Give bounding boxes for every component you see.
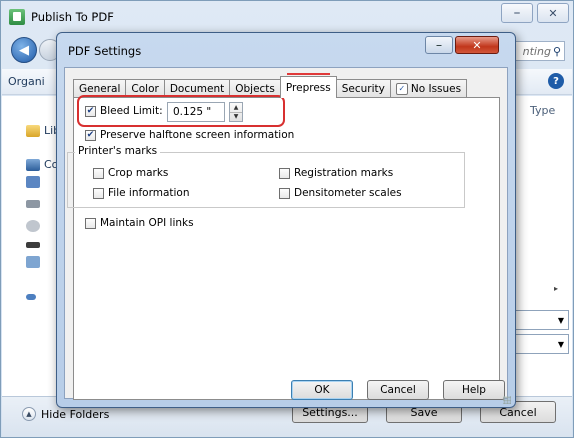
tab-label: Objects: [235, 82, 275, 95]
tab-label: No Issues: [410, 82, 462, 95]
hide-folders-toggle[interactable]: ▲ Hide Folders: [22, 407, 109, 421]
dvd-drive-icon: [26, 220, 40, 232]
hide-folders-label: Hide Folders: [41, 407, 110, 421]
densitometer-scales-label: Densitometer scales: [294, 187, 402, 199]
checkbox-unchecked-icon: [93, 167, 104, 179]
tab-strip: General Color Document Objects Prepress …: [73, 73, 468, 98]
tab-label: Security: [341, 82, 385, 95]
pdf-settings-dialog: PDF Settings ⎯ ✕ General Color Document …: [56, 32, 516, 408]
search-icon: ⚲: [552, 44, 561, 58]
dialog-minimize-button[interactable]: ⎯: [425, 36, 453, 54]
file-name-combobox[interactable]: ▼: [507, 310, 569, 330]
organize-menu[interactable]: Organi: [8, 75, 45, 88]
drive-icon: [26, 176, 40, 188]
drive-icon: [26, 200, 40, 208]
ok-button[interactable]: OK: [291, 380, 353, 400]
tab-label: Color: [131, 82, 159, 95]
bleed-limit-label: Bleed Limit:: [100, 105, 163, 117]
window-minimize-button[interactable]: ⎯: [501, 3, 533, 23]
issues-check-icon: ✓: [395, 82, 408, 95]
spin-down-icon[interactable]: ▼: [230, 111, 242, 122]
prepress-panel: [73, 97, 500, 400]
bleed-limit-checkbox[interactable]: ✔ Bleed Limit:: [85, 105, 163, 117]
tab-no-issues[interactable]: ✓ No Issues: [389, 79, 468, 97]
preserve-halftone-checkbox[interactable]: ✔ Preserve halftone screen information: [85, 129, 294, 141]
tab-label: Document: [169, 82, 225, 95]
network-drive-icon: [26, 256, 40, 268]
sidebar-item-computer[interactable]: Co: [26, 158, 58, 171]
collapse-up-icon: ▲: [22, 407, 36, 421]
type-column-header[interactable]: Type: [530, 104, 555, 117]
close-icon: ✕: [548, 6, 558, 20]
window-title: Publish To PDF: [31, 10, 114, 24]
preserve-halftone-label: Preserve halftone screen information: [100, 129, 295, 141]
chevron-down-icon: ▼: [557, 315, 564, 325]
registration-marks-label: Registration marks: [294, 167, 394, 179]
dialog-close-button[interactable]: ✕: [455, 36, 499, 54]
dialog-title: PDF Settings: [68, 44, 142, 58]
printers-marks-label: Printer's marks: [75, 145, 161, 157]
crop-marks-checkbox[interactable]: Crop marks: [93, 167, 168, 179]
printers-marks-group: Printer's marks: [67, 145, 465, 208]
file-information-checkbox[interactable]: File information: [93, 187, 190, 199]
bleed-limit-input[interactable]: 0.125 ": [167, 102, 225, 122]
publish-pdf-app-icon: [9, 9, 25, 25]
checkbox-unchecked-icon: [279, 167, 290, 179]
checkbox-checked-icon: ✔: [85, 105, 96, 117]
tab-prepress[interactable]: Prepress: [279, 73, 337, 98]
close-icon: ✕: [472, 38, 482, 52]
checkbox-unchecked-icon: [279, 187, 290, 199]
computer-icon: [26, 158, 40, 171]
help-button[interactable]: Help: [443, 380, 505, 400]
minimize-icon: ⎯: [436, 39, 442, 51]
scroll-right-icon[interactable]: ▸: [554, 284, 558, 293]
chevron-down-icon: ▼: [557, 339, 564, 349]
tab-label: General: [79, 82, 121, 95]
crop-marks-label: Crop marks: [108, 167, 169, 179]
window-title-bar: Publish To PDF: [9, 7, 114, 27]
back-arrow-icon[interactable]: ◀: [11, 37, 37, 63]
densitometer-scales-checkbox[interactable]: Densitometer scales: [279, 187, 402, 199]
libraries-folder-icon: [26, 124, 40, 137]
drive-icon: [26, 242, 40, 248]
tab-security[interactable]: Security: [335, 79, 391, 97]
checkbox-unchecked-icon: [93, 187, 104, 199]
checkbox-unchecked-icon: [85, 217, 96, 229]
bleed-limit-stepper[interactable]: ▲ ▼: [229, 102, 243, 122]
registration-marks-checkbox[interactable]: Registration marks: [279, 167, 393, 179]
minimize-icon: ⎯: [514, 6, 520, 19]
checkbox-checked-icon: ✔: [85, 129, 96, 141]
tab-label: Prepress: [285, 81, 331, 94]
maintain-opi-checkbox[interactable]: Maintain OPI links: [85, 217, 194, 229]
maintain-opi-label: Maintain OPI links: [100, 217, 194, 229]
dialog-cancel-button[interactable]: Cancel: [367, 380, 429, 400]
help-icon[interactable]: ?: [548, 73, 564, 89]
save-as-type-combobox[interactable]: ▼: [507, 334, 569, 354]
resize-grip-icon[interactable]: [503, 396, 511, 404]
window-close-button[interactable]: ✕: [537, 3, 569, 23]
file-information-label: File information: [108, 187, 190, 199]
spin-up-icon[interactable]: ▲: [230, 103, 242, 112]
search-placeholder: nting: [522, 44, 551, 58]
network-icon: [26, 294, 36, 300]
